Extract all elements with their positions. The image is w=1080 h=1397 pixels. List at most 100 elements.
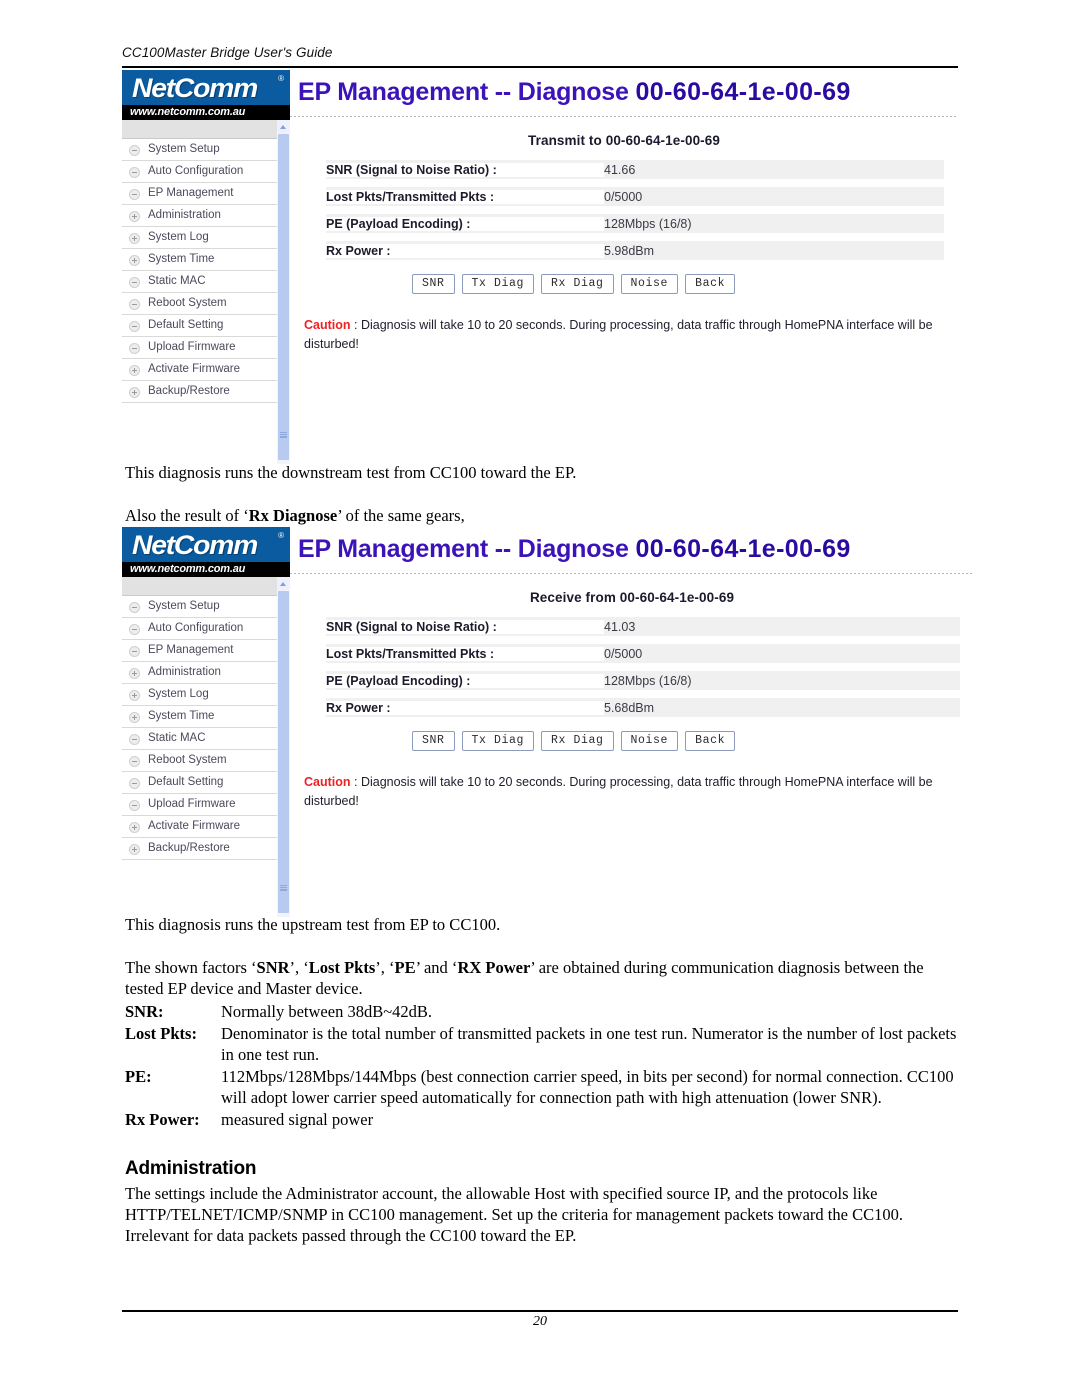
- sidebar-item-system-time[interactable]: System Time: [122, 249, 277, 271]
- menu-top-spacer: [122, 120, 277, 139]
- definition-snr: SNR: Normally between 38dB~42dB.: [125, 1001, 963, 1023]
- table-row: SNR (Signal to Noise Ratio) : 41.66: [326, 160, 944, 179]
- minus-icon: [129, 800, 140, 811]
- field-label: Rx Power :: [326, 243, 604, 258]
- definition-pe: PE: 112Mbps/128Mbps/144Mbps (best connec…: [125, 1066, 963, 1109]
- page-title-mac: 00-60-64-1e-00-69: [635, 535, 851, 563]
- netcomm-logo: NetComm ® www.netcomm.com.au: [122, 70, 290, 120]
- table-row: Rx Power : 5.98dBm: [326, 241, 944, 260]
- scroll-up-arrow-icon[interactable]: [277, 120, 290, 133]
- sidebar-item-label: System Log: [148, 688, 209, 700]
- caution-note: Caution : Diagnosis will take 10 to 20 s…: [304, 316, 944, 354]
- snr-button[interactable]: SNR: [412, 731, 455, 751]
- sidebar-item-activate-firmware[interactable]: Activate Firmware: [122, 816, 277, 838]
- sidebar-item-upload-firmware[interactable]: Upload Firmware: [122, 337, 277, 359]
- sidebar-item-system-log[interactable]: System Log: [122, 684, 277, 706]
- sidebar-scrollbar[interactable]: [277, 577, 290, 917]
- logo-url: www.netcomm.com.au: [130, 106, 246, 118]
- factor-pe: PE: [394, 958, 416, 977]
- sidebar-item-ep-management[interactable]: EP Management: [122, 183, 277, 205]
- sidebar-item-label: Administration: [148, 209, 221, 221]
- sidebar-item-reboot-system[interactable]: Reboot System: [122, 293, 277, 315]
- noise-button[interactable]: Noise: [620, 274, 679, 294]
- plus-icon: [129, 211, 140, 222]
- menu-top-spacer: [122, 577, 277, 596]
- definition-rx-power: Rx Power: measured signal power: [125, 1109, 963, 1131]
- sidebar-item-label: Reboot System: [148, 754, 227, 766]
- sidebar-item-auto-configuration[interactable]: Auto Configuration: [122, 618, 277, 640]
- field-label: Lost Pkts/Transmitted Pkts :: [326, 189, 604, 204]
- section-heading-administration: Administration: [125, 1158, 257, 1179]
- sidebar-item-system-setup[interactable]: System Setup: [122, 596, 277, 618]
- tx-diag-button[interactable]: Tx Diag: [461, 731, 535, 751]
- sidebar-item-backup-restore[interactable]: Backup/Restore: [122, 838, 277, 860]
- sidebar-item-label: EP Management: [148, 644, 234, 656]
- factors-text-d: ’ and ‘: [415, 958, 458, 977]
- paragraph-administration: The settings include the Administrator a…: [125, 1184, 903, 1245]
- minus-icon: [129, 189, 140, 200]
- sidebar-item-administration[interactable]: Administration: [122, 205, 277, 227]
- panel-subtitle: Transmit to 00-60-64-1e-00-69: [528, 133, 720, 148]
- back-button[interactable]: Back: [685, 274, 736, 294]
- sidebar-item-ep-management[interactable]: EP Management: [122, 640, 277, 662]
- field-value: 5.68dBm: [604, 700, 655, 715]
- sidebar-item-system-time[interactable]: System Time: [122, 706, 277, 728]
- rx-diag-button[interactable]: Rx Diag: [541, 731, 614, 751]
- sidebar-menu: System Setup Auto Configuration EP Manag…: [122, 577, 277, 860]
- scrollbar-thumb[interactable]: [278, 591, 289, 913]
- caution-label: Caution: [304, 775, 351, 789]
- tx-diag-button[interactable]: Tx Diag: [461, 274, 535, 294]
- screenshot-transmit-diagnose: NetComm ® www.netcomm.com.au System Setu…: [122, 70, 958, 464]
- sidebar-item-label: Backup/Restore: [148, 385, 230, 397]
- field-label: SNR (Signal to Noise Ratio) :: [326, 619, 604, 634]
- sidebar-item-system-setup[interactable]: System Setup: [122, 139, 277, 161]
- factor-rx-power: RX Power: [457, 958, 531, 977]
- rx-diag-button[interactable]: Rx Diag: [541, 274, 614, 294]
- sidebar-item-label: Upload Firmware: [148, 798, 236, 810]
- sidebar-scrollbar[interactable]: [277, 120, 290, 464]
- sidebar-item-system-log[interactable]: System Log: [122, 227, 277, 249]
- sidebar-item-reboot-system[interactable]: Reboot System: [122, 750, 277, 772]
- scroll-up-arrow-icon[interactable]: [277, 577, 290, 590]
- page-title-mac: 00-60-64-1e-00-69: [635, 78, 851, 106]
- plus-icon: [129, 690, 140, 701]
- sidebar-item-administration[interactable]: Administration: [122, 662, 277, 684]
- sidebar-item-static-mac[interactable]: Static MAC: [122, 271, 277, 293]
- plus-icon: [129, 712, 140, 723]
- sidebar-item-backup-restore[interactable]: Backup/Restore: [122, 381, 277, 403]
- noise-button[interactable]: Noise: [620, 731, 679, 751]
- sidebar-item-label: Upload Firmware: [148, 341, 236, 353]
- sidebar-item-auto-configuration[interactable]: Auto Configuration: [122, 161, 277, 183]
- sidebar-item-label: System Time: [148, 253, 215, 265]
- scrollbar-thumb[interactable]: [278, 134, 289, 460]
- back-button[interactable]: Back: [685, 731, 736, 751]
- panel-subtitle: Receive from 00-60-64-1e-00-69: [529, 590, 735, 605]
- snr-button[interactable]: SNR: [412, 274, 455, 294]
- browser-left-column: NetComm ® www.netcomm.com.au System Setu…: [122, 527, 290, 917]
- sidebar-item-label: Auto Configuration: [148, 165, 244, 177]
- sidebar-item-label: Default Setting: [148, 776, 224, 788]
- logo-url: www.netcomm.com.au: [130, 563, 246, 575]
- sidebar-item-label: Static MAC: [148, 732, 206, 744]
- diagnose-button-row: SNR Tx Diag Rx Diag Noise Back: [290, 268, 958, 294]
- sidebar-item-upload-firmware[interactable]: Upload Firmware: [122, 794, 277, 816]
- plus-icon: [129, 844, 140, 855]
- field-value: 128Mbps (16/8): [604, 216, 692, 231]
- caution-note: Caution : Diagnosis will take 10 to 20 s…: [304, 773, 960, 811]
- header-rule: [122, 66, 958, 68]
- minus-icon: [129, 321, 140, 332]
- sidebar-item-default-setting[interactable]: Default Setting: [122, 772, 277, 794]
- sidebar-item-activate-firmware[interactable]: Activate Firmware: [122, 359, 277, 381]
- sidebar-item-default-setting[interactable]: Default Setting: [122, 315, 277, 337]
- sidebar-item-static-mac[interactable]: Static MAC: [122, 728, 277, 750]
- paragraph-also-result: Also the result of ‘Rx Diagnose’ of the …: [125, 505, 955, 526]
- sidebar-item-label: Backup/Restore: [148, 842, 230, 854]
- field-label: PE (Payload Encoding) :: [326, 216, 604, 231]
- table-row: Lost Pkts/Transmitted Pkts : 0/5000: [326, 187, 944, 206]
- sidebar-menu: System Setup Auto Configuration EP Manag…: [122, 120, 277, 403]
- diagnose-button-row: SNR Tx Diag Rx Diag Noise Back: [290, 725, 974, 751]
- definition-term: Lost Pkts:: [125, 1023, 197, 1043]
- diagnose-panel-receive: EP Management -- Diagnose 00-60-64-1e-00…: [290, 527, 974, 917]
- sidebar-item-label: Activate Firmware: [148, 363, 241, 375]
- minus-icon: [129, 145, 140, 156]
